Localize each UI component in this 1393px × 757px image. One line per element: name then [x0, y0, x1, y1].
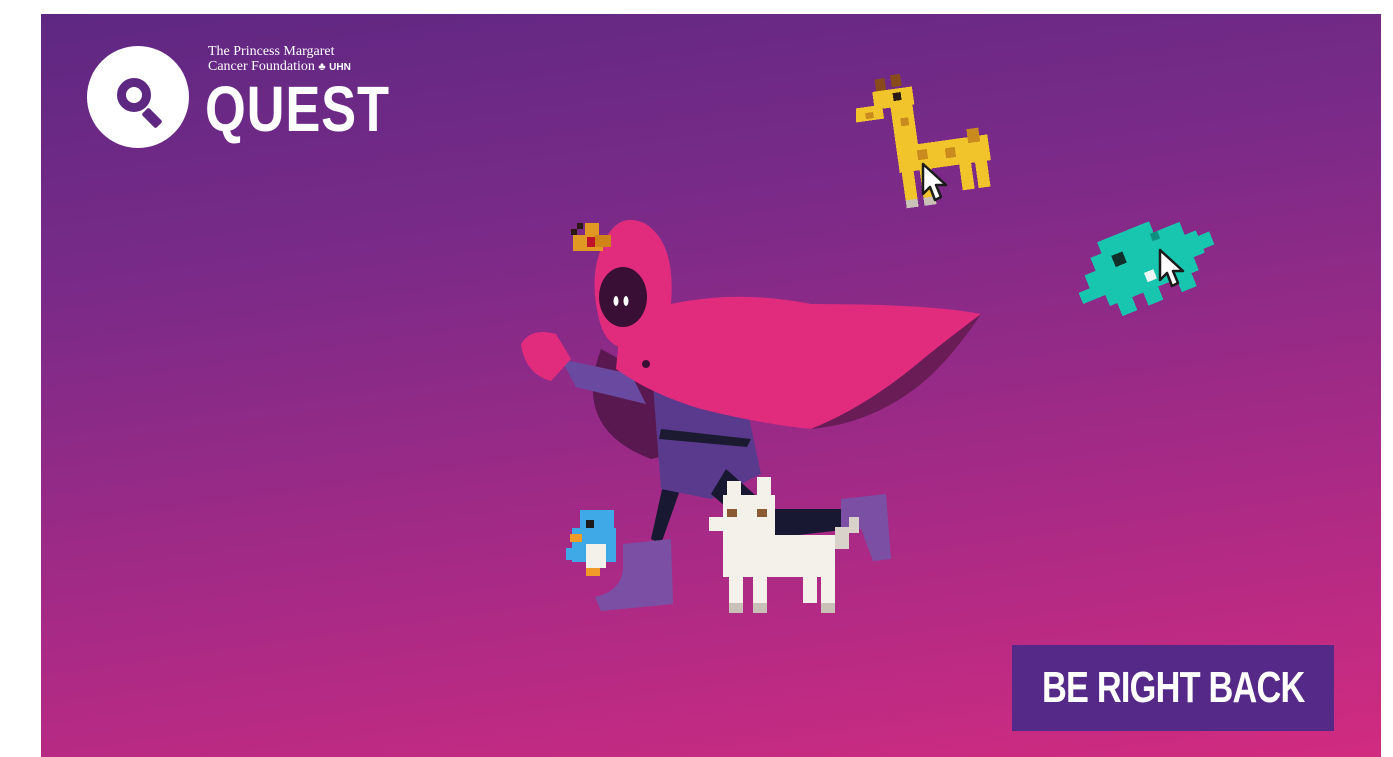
org-name-line1: The Princess Margaret — [208, 44, 335, 59]
game-stage: The Princess Margaret Cancer Foundation … — [41, 14, 1381, 757]
be-right-back-banner: BE RIGHT BACK — [1012, 645, 1334, 731]
cursor-icon — [921, 162, 948, 202]
search-icon-handle — [141, 107, 163, 129]
cursor-icon — [1158, 248, 1185, 288]
game-title: QUEST — [205, 73, 390, 145]
logo-badge — [87, 46, 189, 148]
search-icon — [117, 78, 151, 112]
quest-logo: The Princess Margaret Cancer Foundation … — [87, 44, 407, 154]
white-dog-sprite — [709, 477, 859, 613]
teal-creature-sprite — [1078, 221, 1215, 317]
blue-bird-sprite — [566, 510, 616, 576]
be-right-back-label: BE RIGHT BACK — [1041, 663, 1305, 712]
maple-leaf-icon: ♣ — [318, 61, 326, 73]
org-name-text: Cancer Foundation — [208, 59, 315, 74]
uhn-label: UHN — [329, 62, 351, 73]
